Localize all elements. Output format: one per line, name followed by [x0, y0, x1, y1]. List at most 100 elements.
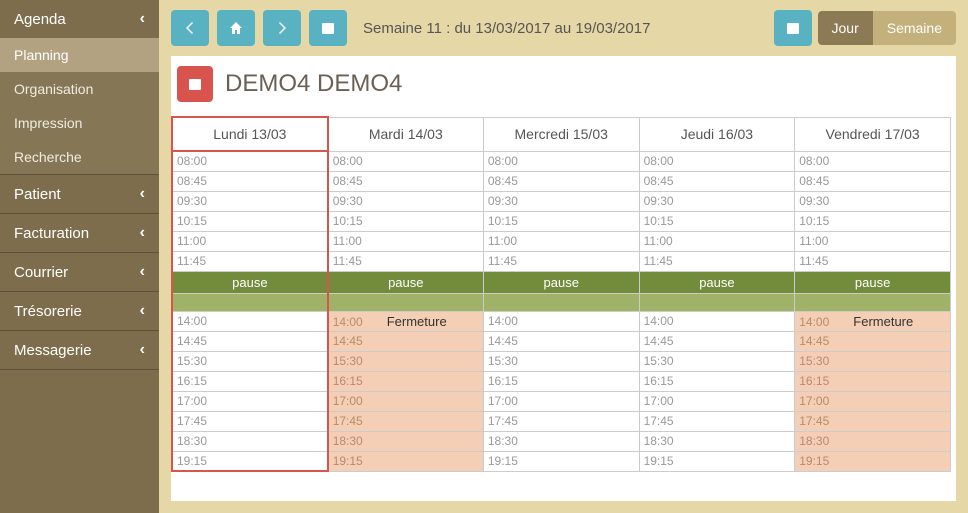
time-slot[interactable]: 11:00	[172, 231, 328, 251]
time-slot[interactable]: 19:15	[328, 451, 484, 471]
time-slot[interactable]: 18:30	[172, 431, 328, 451]
chevron-left-icon: ‹	[140, 224, 145, 242]
time-slot[interactable]: 11:00	[328, 231, 484, 251]
day-header[interactable]: Mercredi 15/03	[483, 117, 639, 151]
time-slot[interactable]: 10:15	[328, 211, 484, 231]
chevron-left-icon: ‹	[140, 263, 145, 281]
day-header[interactable]: Lundi 13/03	[172, 117, 328, 151]
time-slot[interactable]: 15:30	[639, 351, 795, 371]
time-slot[interactable]: 08:00	[483, 151, 639, 171]
pause-cell: pause	[639, 271, 795, 293]
view-day-button[interactable]: Jour	[818, 11, 873, 45]
time-slot[interactable]: 19:15	[639, 451, 795, 471]
time-slot[interactable]: 11:45	[639, 251, 795, 271]
time-slot[interactable]: 18:30	[328, 431, 484, 451]
time-slot[interactable]: 09:30	[483, 191, 639, 211]
day-header[interactable]: Jeudi 16/03	[639, 117, 795, 151]
time-slot[interactable]: 17:45	[483, 411, 639, 431]
today-button[interactable]	[774, 10, 812, 46]
time-slot[interactable]: 17:45	[172, 411, 328, 431]
time-slot[interactable]: 08:45	[639, 171, 795, 191]
time-slot[interactable]: 18:30	[639, 431, 795, 451]
time-slot[interactable]: 08:45	[483, 171, 639, 191]
time-slot[interactable]: 14:45	[483, 331, 639, 351]
time-slot[interactable]: 14:45	[172, 331, 328, 351]
time-slot[interactable]: 19:15	[172, 451, 328, 471]
view-segment: Jour Semaine	[818, 11, 957, 45]
time-slot[interactable]: 08:45	[172, 171, 328, 191]
time-slot[interactable]: 08:00	[172, 151, 328, 171]
time-slot[interactable]: 16:15	[172, 371, 328, 391]
day-header[interactable]: Vendredi 17/03	[795, 117, 951, 151]
time-slot[interactable]: 16:15	[639, 371, 795, 391]
time-slot[interactable]: 11:45	[328, 251, 484, 271]
time-slot[interactable]: 14:00	[172, 311, 328, 331]
time-slot[interactable]: 10:15	[795, 211, 951, 231]
time-slot[interactable]: 14:45	[639, 331, 795, 351]
time-slot[interactable]: 14:00	[483, 311, 639, 331]
time-slot[interactable]: 18:30	[795, 431, 951, 451]
time-slot[interactable]: 17:45	[795, 411, 951, 431]
time-slot[interactable]: 16:15	[328, 371, 484, 391]
sidebar-item-impression[interactable]: Impression	[0, 106, 159, 140]
time-slot[interactable]: 09:30	[639, 191, 795, 211]
time-slot[interactable]: 14:00	[639, 311, 795, 331]
sidebar-item-recherche[interactable]: Recherche	[0, 140, 159, 174]
sidebar-section-courrier[interactable]: Courrier‹	[0, 253, 159, 291]
next-button[interactable]	[263, 10, 301, 46]
time-slot[interactable]: 08:45	[795, 171, 951, 191]
time-slot[interactable]: 14:00Fermeture	[795, 311, 951, 331]
time-slot[interactable]: 17:00	[795, 391, 951, 411]
time-slot[interactable]: 08:00	[639, 151, 795, 171]
calendar-picker-button[interactable]	[309, 10, 347, 46]
time-slot[interactable]: 19:15	[483, 451, 639, 471]
time-slot[interactable]: 08:00	[795, 151, 951, 171]
time-slot[interactable]: 11:45	[172, 251, 328, 271]
time-slot[interactable]: 15:30	[795, 351, 951, 371]
time-slot[interactable]: 14:45	[795, 331, 951, 351]
time-slot[interactable]: 14:00Fermeture	[328, 311, 484, 331]
view-week-button[interactable]: Semaine	[873, 11, 956, 45]
time-slot[interactable]: 09:30	[172, 191, 328, 211]
time-slot[interactable]: 15:30	[483, 351, 639, 371]
time-slot[interactable]: 17:00	[172, 391, 328, 411]
time-slot[interactable]: 17:45	[639, 411, 795, 431]
time-slot[interactable]: 14:45	[328, 331, 484, 351]
day-header[interactable]: Mardi 14/03	[328, 117, 484, 151]
time-slot[interactable]: 10:15	[483, 211, 639, 231]
time-slot[interactable]: 10:15	[639, 211, 795, 231]
main: Semaine 11 : du 13/03/2017 au 19/03/2017…	[159, 0, 968, 513]
time-slot[interactable]: 11:00	[483, 231, 639, 251]
time-slot[interactable]: 11:45	[795, 251, 951, 271]
time-slot[interactable]: 09:30	[795, 191, 951, 211]
sidebar-section-label: Trésorerie	[14, 303, 82, 320]
sidebar-item-planning[interactable]: Planning	[0, 38, 159, 72]
time-slot[interactable]: 15:30	[172, 351, 328, 371]
time-slot[interactable]: 08:45	[328, 171, 484, 191]
time-slot[interactable]: 17:45	[328, 411, 484, 431]
sidebar-section-trésorerie[interactable]: Trésorerie‹	[0, 292, 159, 330]
sidebar-section-messagerie[interactable]: Messagerie‹	[0, 331, 159, 369]
sidebar-item-organisation[interactable]: Organisation	[0, 72, 159, 106]
pause-cell: .	[639, 293, 795, 311]
calendar-scroll[interactable]: Lundi 13/03Mardi 14/03Mercredi 15/03Jeud…	[171, 116, 956, 472]
sidebar-section-facturation[interactable]: Facturation‹	[0, 214, 159, 252]
home-button[interactable]	[217, 10, 255, 46]
sidebar-section-patient[interactable]: Patient‹	[0, 175, 159, 213]
time-slot[interactable]: 17:00	[483, 391, 639, 411]
time-slot[interactable]: 17:00	[639, 391, 795, 411]
sidebar-section-agenda[interactable]: Agenda‹	[0, 0, 159, 38]
time-slot[interactable]: 16:15	[483, 371, 639, 391]
time-slot[interactable]: 19:15	[795, 451, 951, 471]
time-slot[interactable]: 08:00	[328, 151, 484, 171]
time-slot[interactable]: 17:00	[328, 391, 484, 411]
time-slot[interactable]: 10:15	[172, 211, 328, 231]
time-slot[interactable]: 09:30	[328, 191, 484, 211]
time-slot[interactable]: 11:45	[483, 251, 639, 271]
time-slot[interactable]: 16:15	[795, 371, 951, 391]
time-slot[interactable]: 11:00	[639, 231, 795, 251]
prev-button[interactable]	[171, 10, 209, 46]
time-slot[interactable]: 18:30	[483, 431, 639, 451]
time-slot[interactable]: 11:00	[795, 231, 951, 251]
time-slot[interactable]: 15:30	[328, 351, 484, 371]
